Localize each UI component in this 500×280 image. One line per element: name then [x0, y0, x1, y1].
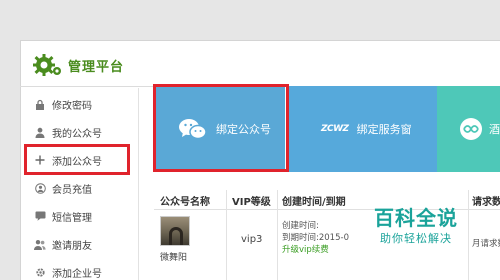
lock-icon — [34, 98, 46, 110]
sidebar-item-my-accounts[interactable]: 我的公众号 — [20, 118, 138, 146]
sidebar: 修改密码 我的公众号 添加公众号 会员充值 短信管理 邀请朋友 添加企业号 — [20, 88, 138, 280]
sidebar-item-label: 短信管理 — [52, 212, 92, 224]
sidebar-item-invite-friends[interactable]: 邀请朋友 — [20, 230, 138, 258]
column-header: 创建时间/到期 — [282, 196, 346, 208]
request-count: 月请求数 — [472, 239, 500, 249]
vip-level: vip3 — [241, 234, 263, 245]
tile-label: 绑定公众号 — [216, 123, 271, 136]
third-tile[interactable]: 酒 — [437, 86, 500, 172]
link-circle-icon — [459, 117, 483, 141]
account-dates: 创建时间: 到期时间:2015-0 升级vip续费 — [282, 220, 349, 256]
page-title: 管理平台 — [68, 59, 125, 75]
sidebar-divider — [138, 88, 139, 280]
sidebar-item-sms-management[interactable]: 短信管理 — [20, 202, 138, 230]
tile-label: 酒 — [489, 123, 500, 136]
user-circle-icon — [34, 182, 46, 194]
gear-logo-icon — [30, 53, 64, 77]
watermark: 百科全说 助你轻松解决 — [366, 206, 466, 246]
column-header: VIP等级 — [232, 196, 271, 208]
gear-icon — [34, 266, 46, 278]
created-time: 创建时间: — [282, 221, 319, 231]
watermark-title: 百科全说 — [374, 206, 458, 230]
column-header: 请求数 — [472, 196, 500, 208]
user-icon — [34, 126, 46, 138]
avatar — [160, 216, 190, 246]
plus-icon — [34, 154, 46, 166]
bind-service-window-tile[interactable]: ZCWZ 绑定服务窗 — [289, 86, 437, 172]
sidebar-item-member-recharge[interactable]: 会员充值 — [20, 174, 138, 202]
expire-time: 到期时间:2015-0 — [282, 233, 349, 243]
users-icon — [34, 238, 46, 250]
sidebar-item-add-enterprise[interactable]: 添加企业号 — [20, 258, 138, 280]
watermark-subtitle: 助你轻松解决 — [380, 232, 452, 245]
logo: 管理平台 — [30, 50, 124, 80]
tile-label: 绑定服务窗 — [356, 123, 412, 136]
bind-account-tile[interactable]: 绑定公众号 — [154, 86, 285, 172]
account-name: 微舞阳 — [160, 253, 188, 263]
sidebar-item-label: 添加企业号 — [52, 268, 102, 280]
sidebar-item-label: 我的公众号 — [52, 128, 102, 140]
sidebar-item-label: 会员充值 — [52, 184, 92, 196]
sidebar-item-label: 添加公众号 — [52, 156, 102, 168]
upgrade-vip-link[interactable]: 升级vip续费 — [282, 244, 349, 256]
sidebar-item-add-account[interactable]: 添加公众号 — [20, 146, 138, 174]
sidebar-item-change-password[interactable]: 修改密码 — [20, 90, 138, 118]
wechat-icon — [178, 117, 208, 141]
sidebar-item-label: 修改密码 — [52, 100, 92, 112]
service-brand-icon: ZCWZ — [321, 124, 349, 134]
message-icon — [34, 210, 46, 222]
sidebar-item-label: 邀请朋友 — [52, 240, 92, 252]
column-header: 公众号名称 — [160, 196, 210, 208]
